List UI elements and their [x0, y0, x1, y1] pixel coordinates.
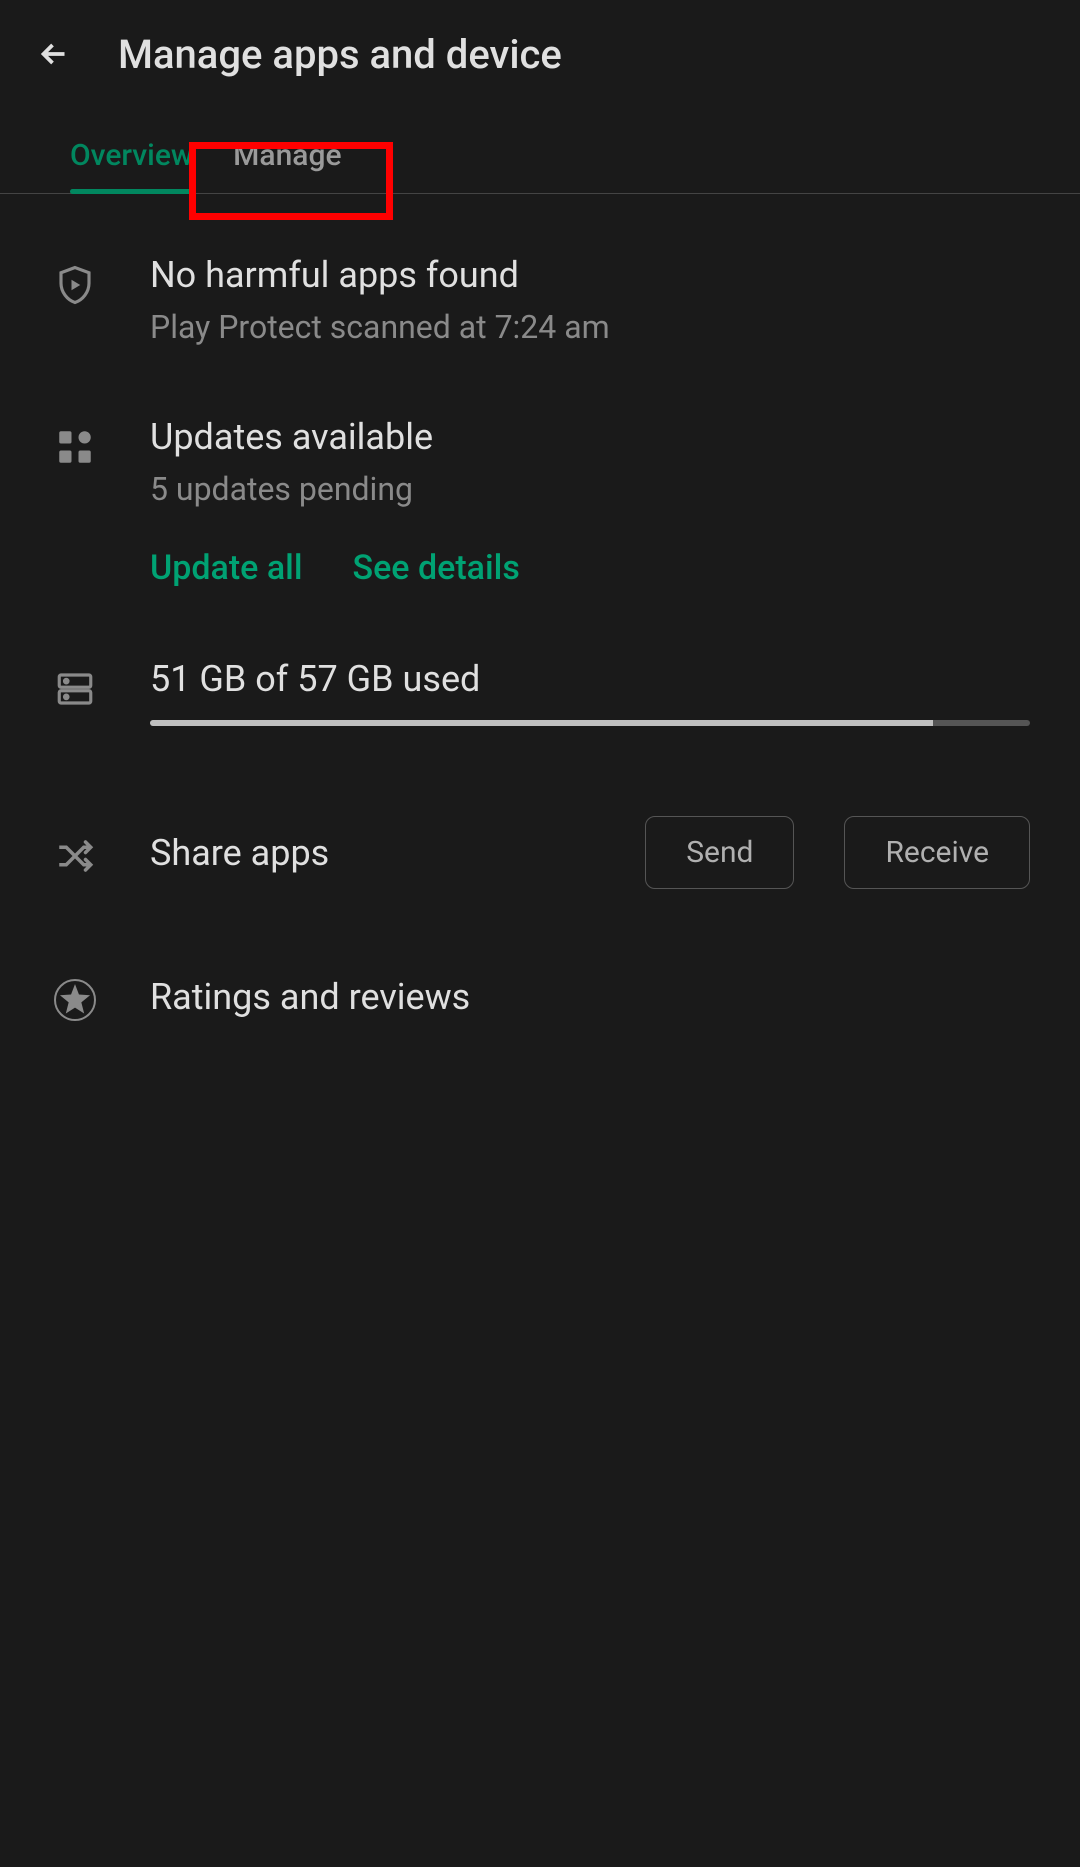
ratings-label: Ratings and reviews: [150, 976, 470, 1018]
tab-manage[interactable]: Manage: [213, 118, 361, 193]
updates-title: Updates available: [150, 416, 1030, 458]
share-apps-label: Share apps: [150, 832, 595, 874]
update-all-button[interactable]: Update all: [150, 548, 303, 588]
updates-item: Updates available 5 updates pending Upda…: [50, 416, 1030, 588]
share-apps-item: Share apps Send Receive: [50, 816, 1030, 889]
storage-text: 51 GB of 57 GB used: [150, 658, 1030, 700]
storage-progress-bar: [150, 720, 1030, 726]
star-circle-icon: [50, 975, 100, 1025]
tab-overview[interactable]: Overview: [50, 118, 213, 193]
protect-title: No harmful apps found: [150, 254, 1030, 296]
storage-icon: [50, 664, 100, 714]
tab-bar: Overview Manage: [0, 118, 1080, 194]
shield-play-icon: [50, 260, 100, 310]
storage-progress-fill: [150, 720, 933, 726]
page-title: Manage apps and device: [118, 31, 562, 78]
shuffle-icon: [50, 831, 100, 881]
updates-subtitle: 5 updates pending: [150, 470, 1030, 508]
back-icon[interactable]: [30, 30, 78, 78]
see-details-button[interactable]: See details: [353, 548, 520, 588]
receive-button[interactable]: Receive: [844, 816, 1030, 889]
ratings-item[interactable]: Ratings and reviews: [50, 969, 1030, 1025]
apps-grid-icon: [50, 422, 100, 472]
play-protect-item[interactable]: No harmful apps found Play Protect scann…: [50, 254, 1030, 346]
send-button[interactable]: Send: [645, 816, 794, 889]
storage-item[interactable]: 51 GB of 57 GB used: [50, 658, 1030, 726]
protect-subtitle: Play Protect scanned at 7:24 am: [150, 308, 1030, 346]
